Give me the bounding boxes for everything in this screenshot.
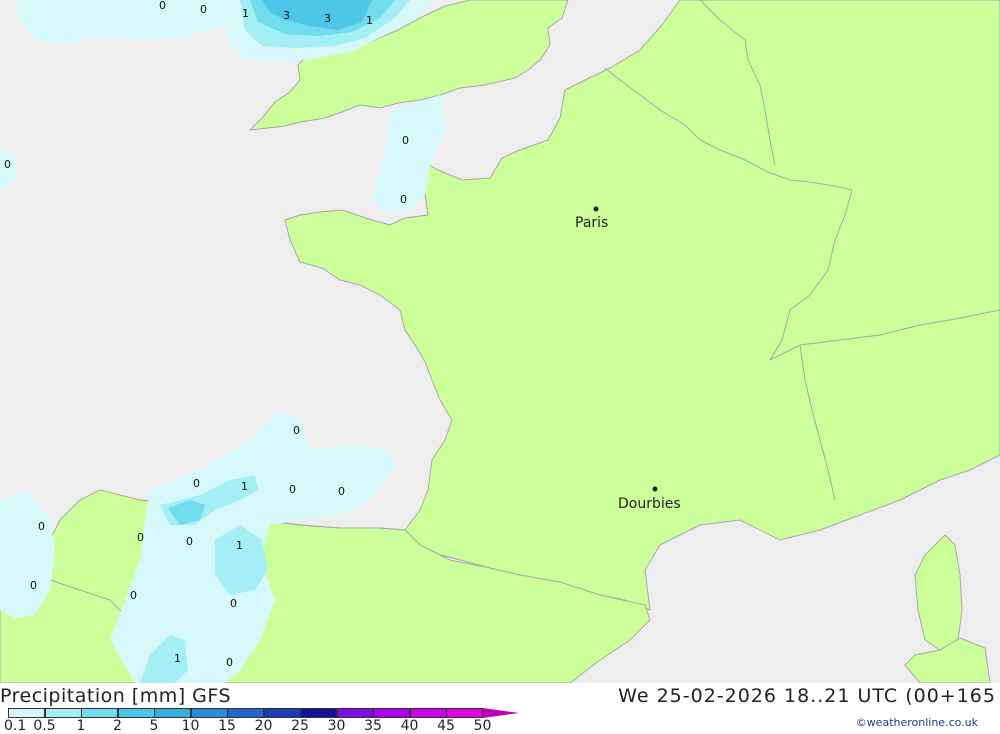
precip-label: 1 bbox=[174, 652, 181, 665]
precip-label: 1 bbox=[241, 480, 248, 493]
precip-label: 1 bbox=[366, 14, 373, 27]
precip-label: 0 bbox=[130, 589, 137, 602]
legend-tick: 2 bbox=[113, 718, 122, 734]
legend-tick: 5 bbox=[149, 718, 159, 734]
legend-tick: 1 bbox=[76, 718, 86, 734]
legend-arrow bbox=[482, 708, 519, 718]
precip-label: 1 bbox=[242, 7, 249, 20]
legend-swatch bbox=[263, 708, 301, 718]
precip-label: 0 bbox=[38, 520, 45, 533]
precip-label: 0 bbox=[4, 158, 11, 171]
legend-swatch bbox=[227, 708, 264, 718]
legend-swatch bbox=[117, 708, 155, 718]
precip-label: 0 bbox=[193, 477, 200, 490]
legend-tick: 40 bbox=[400, 718, 419, 734]
precipitation-map: 0 0 1 3 3 1 0 0 0 0 0 1 0 0 0 0 0 1 0 0 … bbox=[0, 0, 1000, 683]
precip-label: 0 bbox=[293, 424, 300, 437]
precip-label: 3 bbox=[324, 12, 331, 25]
legend-swatch bbox=[336, 708, 374, 718]
legend-tick: 25 bbox=[291, 718, 309, 734]
precip-label: 0 bbox=[400, 193, 407, 206]
legend-swatch bbox=[81, 708, 118, 718]
legend-tick: 10 bbox=[181, 718, 200, 734]
precip-label: 0 bbox=[226, 656, 233, 669]
map-footer: Precipitation [mm] GFS We 25-02-2026 18.… bbox=[0, 683, 1000, 734]
precip-label: 0 bbox=[137, 531, 144, 544]
legend-tick: 0.1 bbox=[4, 718, 27, 734]
legend-swatch bbox=[154, 708, 191, 718]
precip-label: 0 bbox=[159, 0, 166, 12]
legend-tick: 20 bbox=[254, 718, 273, 734]
city-label-dourbies: Dourbies bbox=[618, 496, 681, 512]
precip-label: 3 bbox=[283, 9, 290, 22]
legend-swatch bbox=[44, 708, 82, 718]
precip-label: 0 bbox=[230, 597, 237, 610]
city-marker-paris bbox=[593, 206, 599, 212]
precip-label: 0 bbox=[289, 483, 296, 496]
legend-tick: 15 bbox=[218, 718, 236, 734]
credit-link[interactable]: ©weatheronline.co.uk bbox=[856, 716, 978, 729]
valid-time: We 25-02-2026 18..21 UTC (00+165 bbox=[618, 685, 996, 707]
precip-label: 0 bbox=[186, 535, 193, 548]
precip-label: 0 bbox=[30, 579, 37, 592]
legend-swatch bbox=[373, 708, 410, 718]
legend-tick: 50 bbox=[473, 718, 492, 734]
precip-label: 1 bbox=[236, 539, 243, 552]
legend-tick: 30 bbox=[327, 718, 346, 734]
legend-swatch bbox=[300, 708, 337, 718]
legend-tick: 35 bbox=[364, 718, 382, 734]
map-title: Precipitation [mm] GFS bbox=[0, 685, 232, 707]
legend-swatch bbox=[8, 708, 45, 718]
city-label-paris: Paris bbox=[575, 215, 608, 231]
legend-swatch bbox=[190, 708, 228, 718]
legend-swatch bbox=[409, 708, 447, 718]
precip-label: 0 bbox=[338, 485, 345, 498]
legend-swatch bbox=[446, 708, 483, 718]
precip-label: 0 bbox=[402, 134, 409, 147]
city-marker-dourbies bbox=[652, 486, 658, 492]
precip-label: 0 bbox=[200, 3, 207, 16]
legend-tick: 45 bbox=[437, 718, 455, 734]
legend-tick: 0.5 bbox=[33, 718, 56, 734]
